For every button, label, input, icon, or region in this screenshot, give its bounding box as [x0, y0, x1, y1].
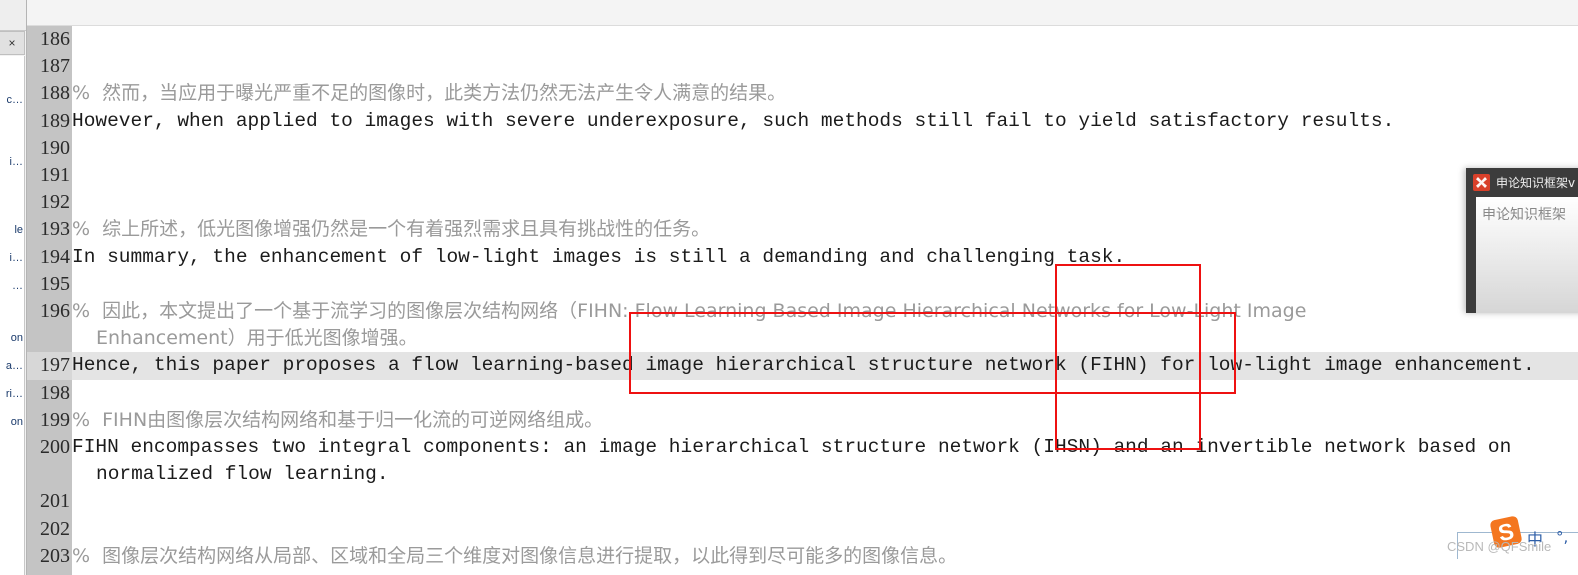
- left-panel-list-item[interactable]: i…: [10, 252, 23, 264]
- left-panel-toolbar: [0, 0, 26, 31]
- editor-line[interactable]: 187: [26, 53, 1578, 80]
- editor-line[interactable]: 190: [26, 135, 1578, 162]
- editor-line[interactable]: 199% FIHN由图像层次结构网络和基于归一化流的可逆网络组成。: [26, 407, 1578, 434]
- editor-line[interactable]: 192: [26, 189, 1578, 216]
- app-logo-icon: [1473, 174, 1490, 191]
- line-number: [26, 461, 72, 488]
- editor-line[interactable]: 191: [26, 162, 1578, 189]
- left-panel-list-item[interactable]: ri…: [6, 388, 23, 400]
- left-panel-list-item[interactable]: on: [11, 332, 23, 344]
- editor-line[interactable]: 194 In summary, the enhancement of low-li…: [26, 244, 1578, 271]
- code-area[interactable]: 186 187 188% 然而，当应用于曝光严重不足的图像时，此类方法仍然无法产生令…: [26, 26, 1578, 575]
- text-editor[interactable]: 186 187 188% 然而，当应用于曝光严重不足的图像时，此类方法仍然无法产生令…: [26, 0, 1578, 575]
- line-number: 191: [40, 164, 70, 186]
- editor-line[interactable]: 186: [26, 26, 1578, 53]
- line-number: 201: [40, 490, 70, 513]
- line-text[interactable]: normalized flow learning.: [96, 461, 389, 488]
- line-text[interactable]: However, when applied to images with sev…: [72, 108, 1394, 135]
- editor-line[interactable]: 195: [26, 271, 1578, 298]
- line-number: 200: [40, 436, 70, 458]
- editor-line[interactable]: 189 However, when applied to images with …: [26, 108, 1578, 135]
- editor-line[interactable]: 188% 然而，当应用于曝光严重不足的图像时，此类方法仍然无法产生令人满意的结果…: [26, 80, 1578, 107]
- popup-heading-text: 申论知识框架: [1482, 207, 1566, 223]
- close-icon[interactable]: ×: [0, 31, 25, 55]
- line-text[interactable]: % FIHN由图像层次结构网络和基于归一化流的可逆网络组成。: [72, 407, 603, 434]
- line-number: 197: [26, 352, 72, 380]
- line-number: 192: [40, 191, 70, 214]
- left-panel-list-item[interactable]: le: [14, 224, 23, 236]
- line-text[interactable]: In summary, the enhancement of low-light…: [72, 244, 1125, 271]
- line-number: 193: [40, 218, 70, 241]
- editor-top-strip: [26, 0, 1578, 26]
- left-panel-list-item[interactable]: a…: [6, 360, 23, 372]
- line-text[interactable]: FIHN encompasses two integral components…: [72, 434, 1511, 461]
- line-number: 187: [40, 55, 70, 78]
- line-text[interactable]: % 综上所述，低光图像增强仍然是一个有着强烈需求且具有挑战性的任务。: [72, 216, 710, 243]
- editor-line[interactable]: 204: [26, 570, 1578, 575]
- editor-line[interactable]: 202: [26, 516, 1578, 543]
- line-number: 196: [40, 300, 70, 322]
- editor-line[interactable]: 193% 综上所述，低光图像增强仍然是一个有着强烈需求且具有挑战性的任务。: [26, 216, 1578, 243]
- red-annotation-rectangle-vertical: [1055, 264, 1201, 450]
- left-panel-list-item[interactable]: c…: [7, 94, 24, 106]
- line-number: 195: [40, 272, 70, 295]
- line-number: 199: [40, 408, 70, 431]
- popup-body[interactable]: 申论知识框架: [1476, 197, 1578, 313]
- editor-line[interactable]: 201: [26, 488, 1578, 515]
- left-panel-list-item[interactable]: i…: [10, 156, 23, 168]
- editor-line[interactable]: 203% 图像层次结构网络从局部、区域和全局三个维度对图像信息进行提取，以此得到…: [26, 543, 1578, 570]
- line-number: 204: [26, 570, 72, 575]
- line-text[interactable]: % 图像层次结构网络从局部、区域和全局三个维度对图像信息进行提取，以此得到尽可能…: [72, 543, 957, 570]
- line-number: 188: [40, 82, 70, 105]
- line-text[interactable]: Enhancement）用于低光图像增强。: [96, 325, 418, 352]
- editor-line[interactable]: 200 FIHN encompasses two integral compone…: [26, 434, 1578, 461]
- left-panel-list[interactable]: c… i… le i… … on a… ri… on: [0, 56, 25, 575]
- left-panel-list-item[interactable]: on: [11, 416, 23, 428]
- line-number: 189: [40, 109, 70, 132]
- line-number: 203: [40, 544, 70, 567]
- left-panel-list-item[interactable]: …: [12, 280, 23, 292]
- line-number: 186: [40, 28, 70, 50]
- ime-punctuation-mode[interactable]: °,: [1556, 528, 1568, 546]
- editor-line[interactable]: normalized flow learning.: [26, 461, 1578, 488]
- line-number: 190: [40, 136, 70, 159]
- line-number: 194: [40, 245, 70, 268]
- csdn-watermark: CSDN @QFSmile: [1447, 539, 1552, 554]
- line-text[interactable]: % 然而，当应用于曝光严重不足的图像时，此类方法仍然无法产生令人满意的结果。: [72, 80, 786, 107]
- line-number: 198: [40, 381, 70, 404]
- left-side-panel: × c… i… le i… … on a… ri… on: [0, 0, 27, 575]
- popup-title-text: 申论知识框架v: [1496, 176, 1576, 190]
- line-number: 202: [40, 517, 70, 540]
- popup-notification-window[interactable]: 申论知识框架v 申论知识框架: [1466, 168, 1578, 313]
- popup-title-bar: 申论知识框架v: [1466, 168, 1578, 197]
- line-number: [26, 325, 72, 352]
